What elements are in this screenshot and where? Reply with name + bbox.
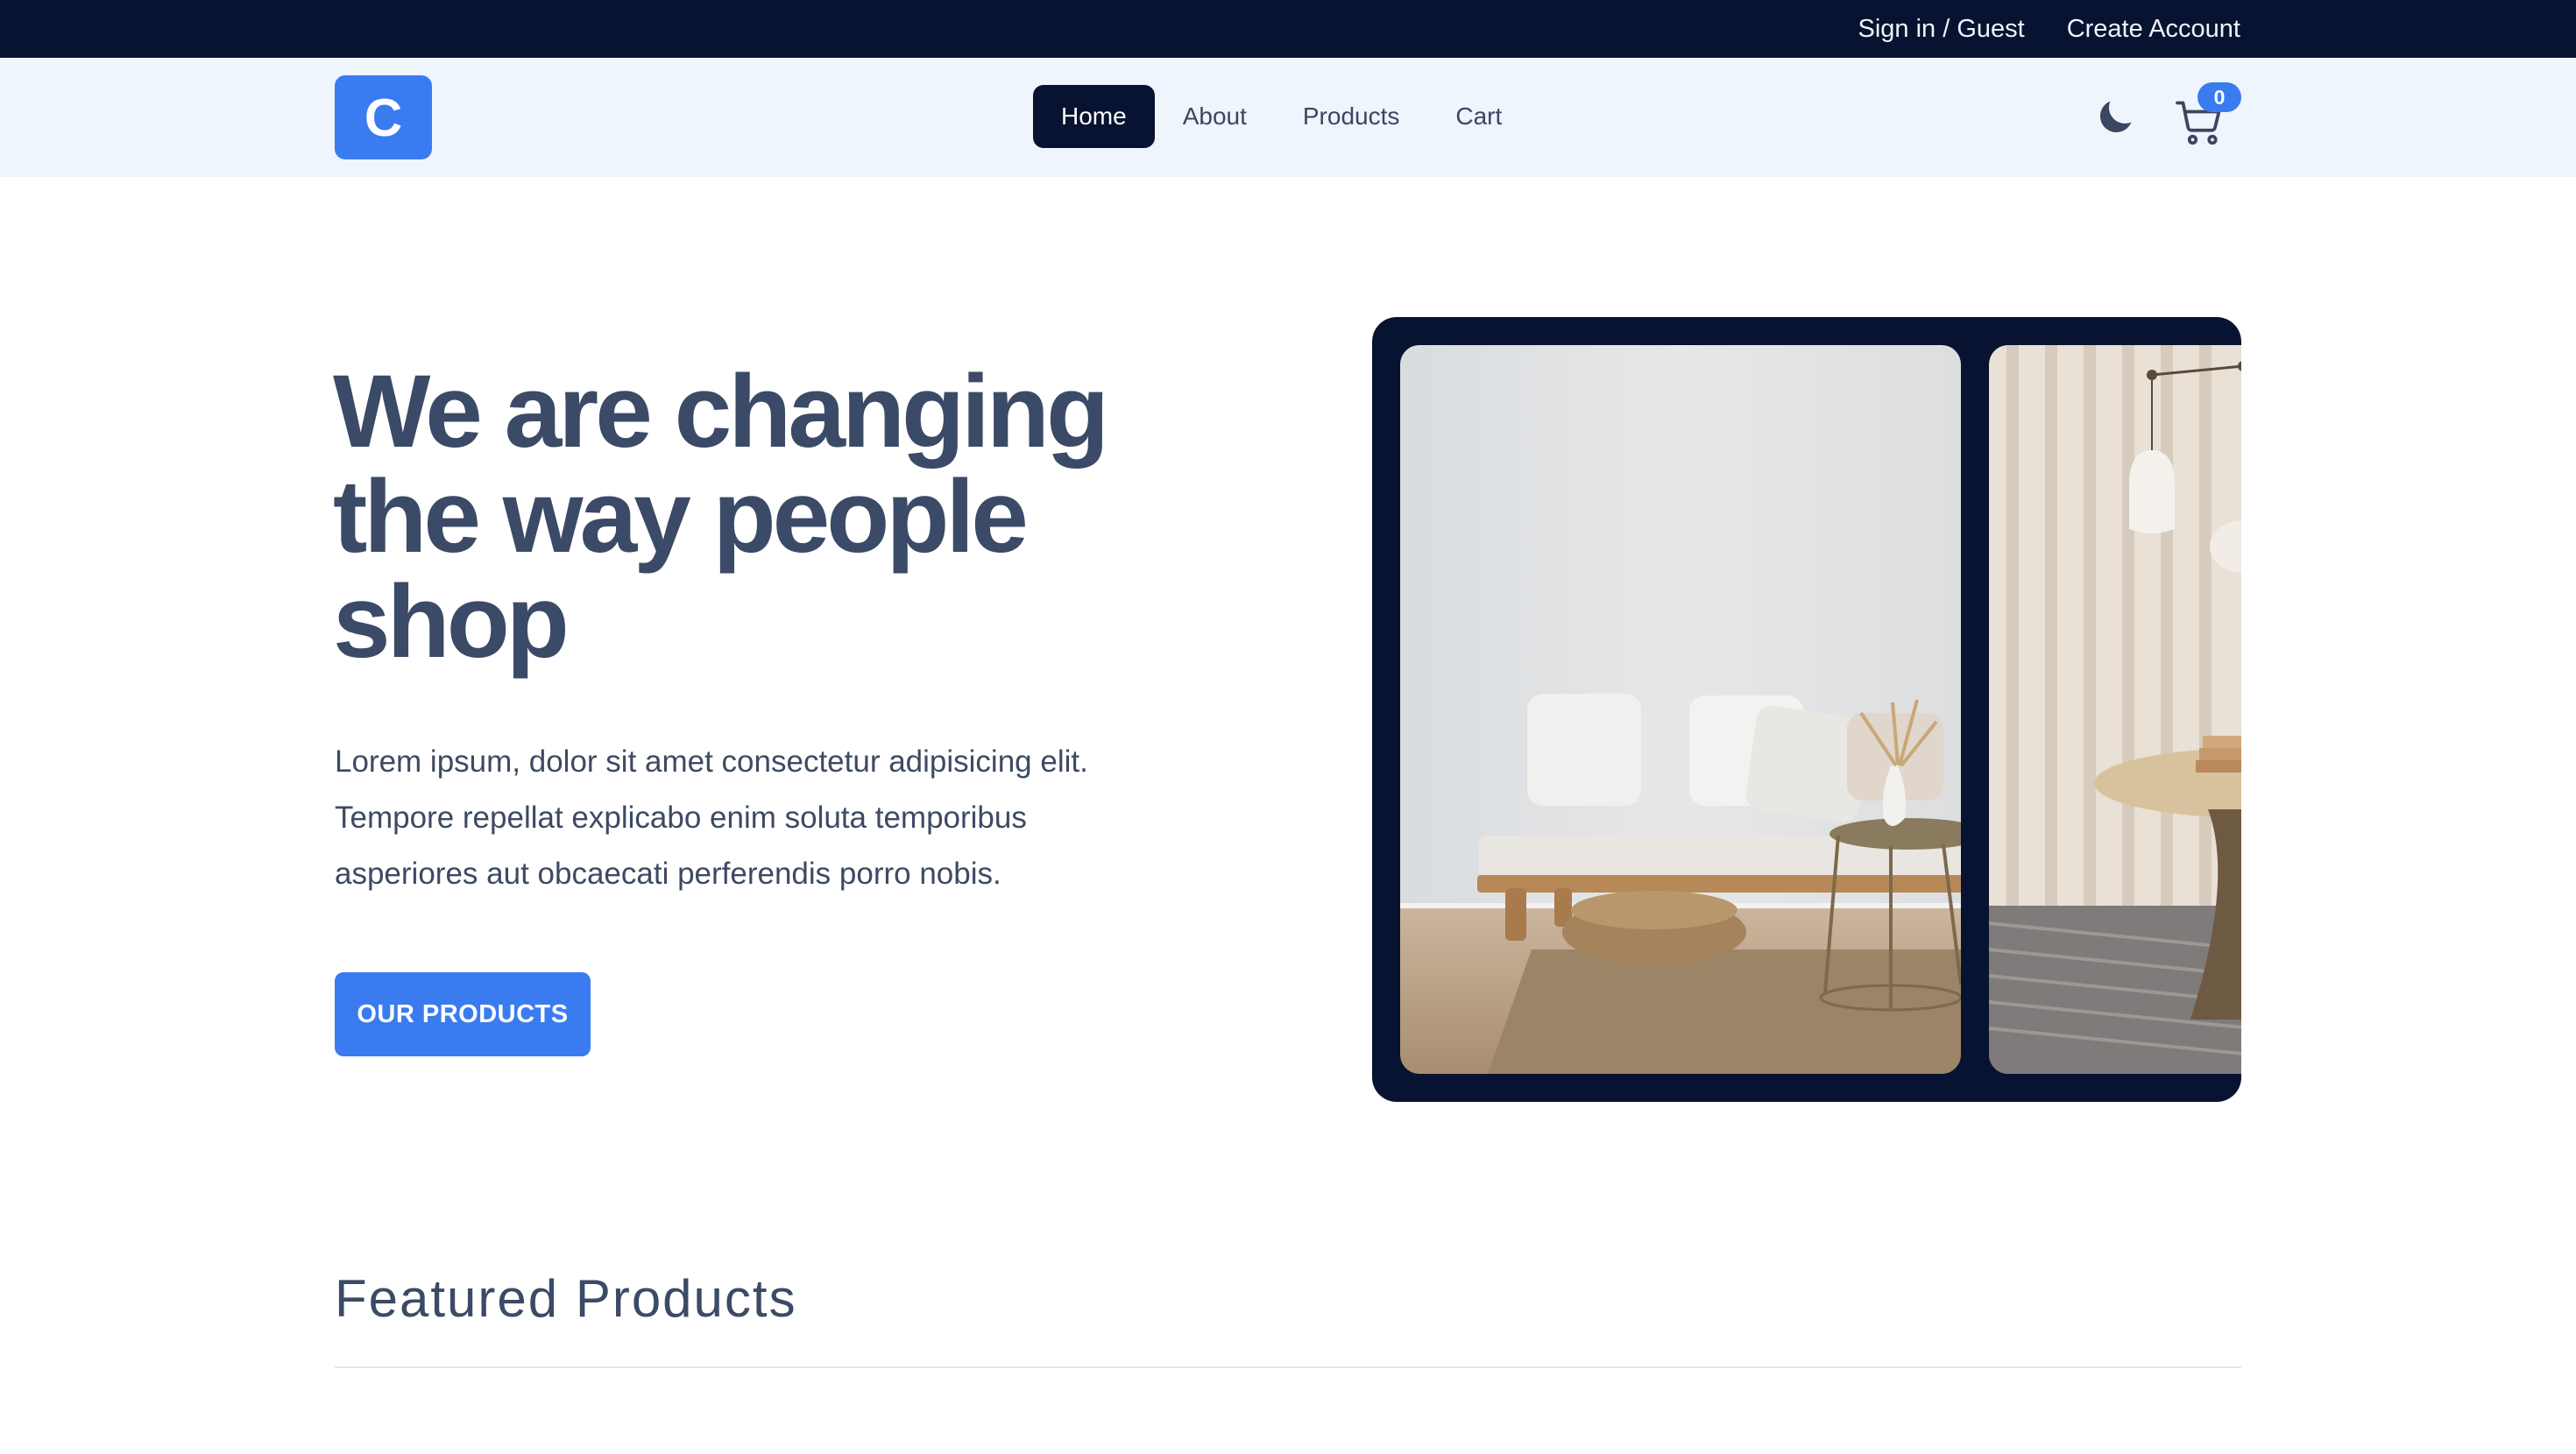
- featured-products-heading: Featured Products: [335, 1269, 797, 1328]
- hero-title-line: the way people: [333, 459, 1029, 575]
- hero-title: We are changing the way people shop: [333, 359, 1209, 674]
- hero-description-line: Lorem ipsum, dolor sit amet consectetur …: [335, 745, 1088, 779]
- hero-description-line: asperiores aut obcaecati perferendis por…: [335, 857, 1001, 891]
- nav-link-products[interactable]: Products: [1275, 85, 1428, 148]
- sofa-living-room-image: [1400, 345, 1961, 1074]
- hero-title-line: shop: [333, 564, 570, 680]
- nav-link-home[interactable]: Home: [1033, 85, 1155, 148]
- moon-icon: [2099, 101, 2132, 133]
- hero-title-line: We are changing: [333, 354, 1109, 469]
- dining-room-image: [1989, 345, 2241, 1074]
- our-products-button[interactable]: OUR PRODUCTS: [335, 972, 591, 1056]
- nav-links: Home About Products Cart: [1033, 85, 1530, 148]
- hero-description: Lorem ipsum, dolor sit amet consectetur …: [335, 734, 1176, 902]
- hero-image-carousel[interactable]: [1372, 317, 2241, 1102]
- main-navbar: C Home About Products Cart 0: [0, 58, 2576, 177]
- top-utility-bar: Sign in / Guest Create Account: [0, 0, 2576, 58]
- create-account-link[interactable]: Create Account: [2067, 15, 2240, 44]
- nav-link-cart[interactable]: Cart: [1427, 85, 1530, 148]
- nav-link-about[interactable]: About: [1155, 85, 1275, 148]
- logo[interactable]: C: [335, 75, 432, 159]
- cart-count-badge: 0: [2197, 82, 2241, 112]
- carousel-slide-sofa: [1400, 345, 1961, 1074]
- hero-description-line: Tempore repellat explicabo enim soluta t…: [335, 801, 1027, 835]
- section-divider: [335, 1366, 2241, 1368]
- theme-toggle-button[interactable]: [2092, 95, 2138, 140]
- sign-in-link[interactable]: Sign in / Guest: [1858, 15, 2024, 44]
- carousel-slide-dining: [1989, 345, 2241, 1074]
- account-links: Sign in / Guest Create Account: [1858, 0, 2240, 58]
